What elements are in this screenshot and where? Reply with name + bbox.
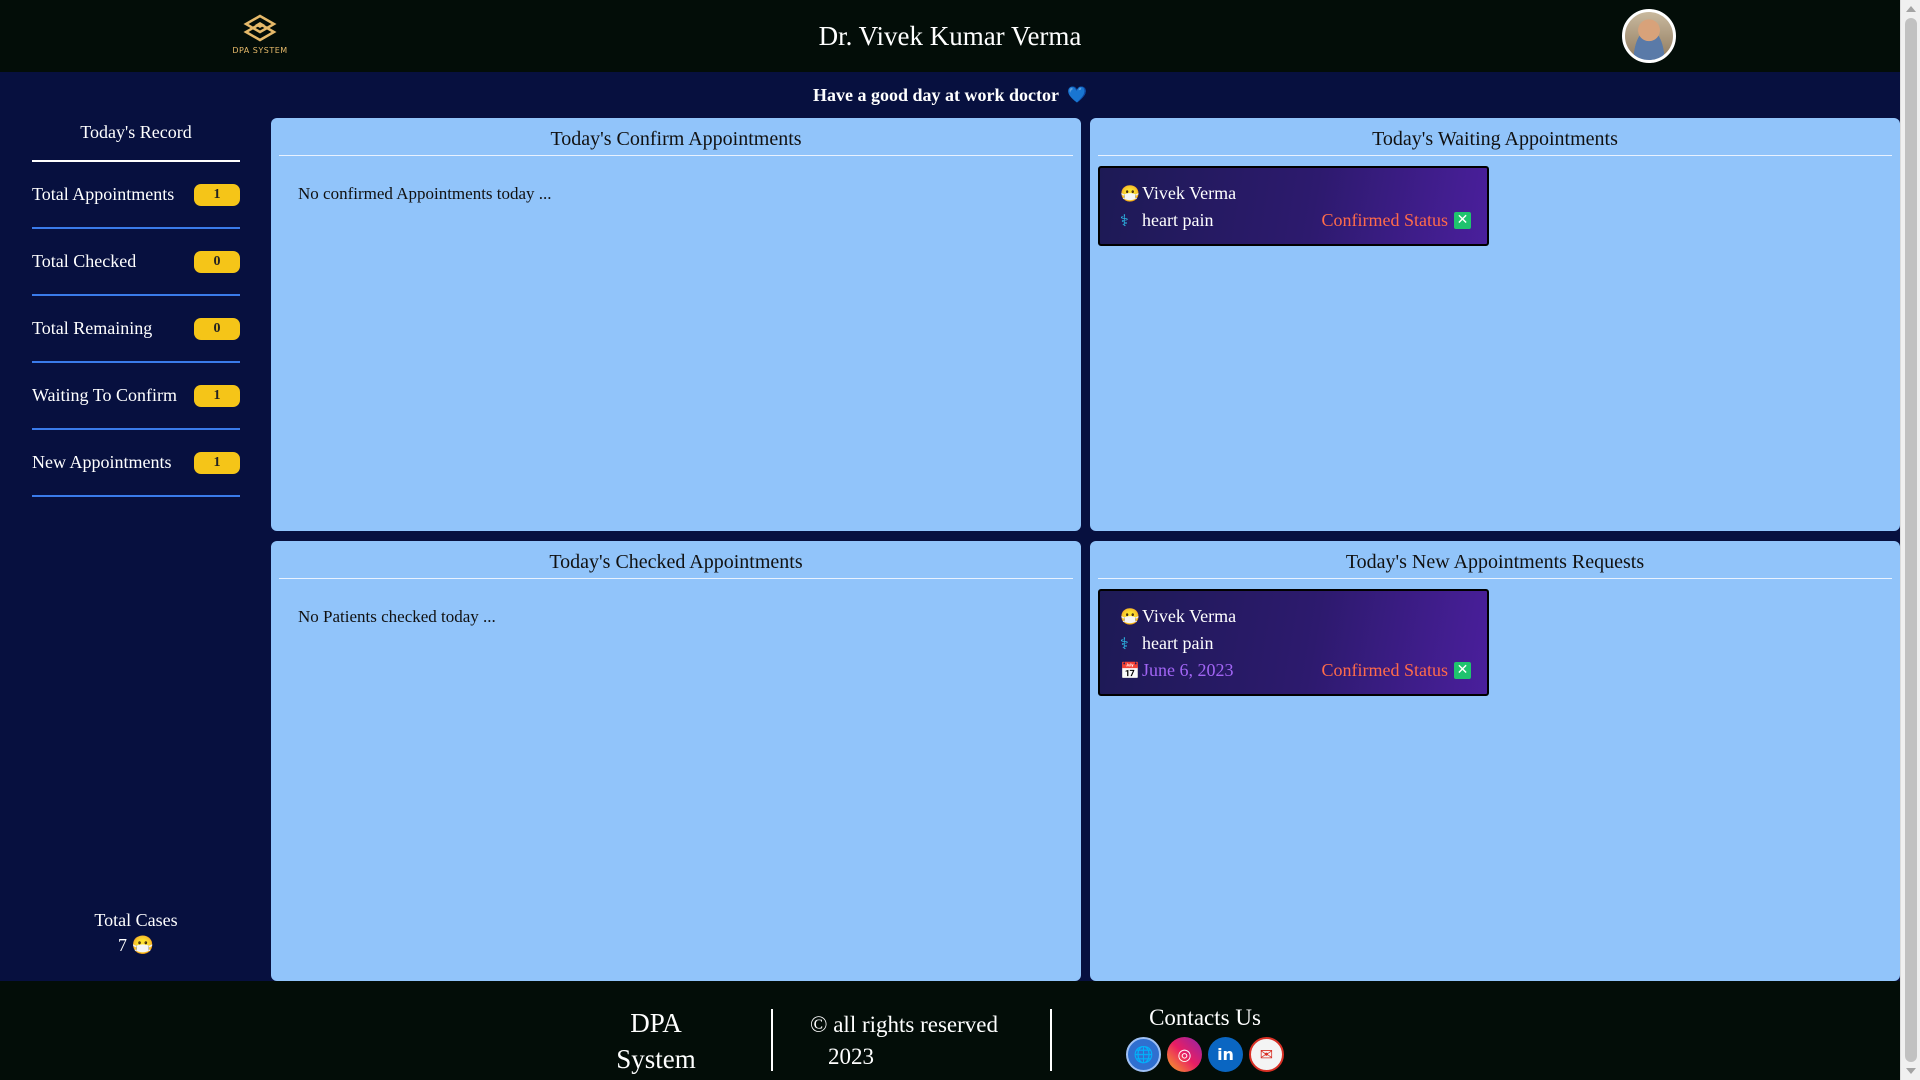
footer-divider — [771, 1009, 773, 1071]
stat-total-appointments[interactable]: Total Appointments 1 — [32, 162, 240, 229]
total-cases: Total Cases 7 😷 — [32, 910, 240, 956]
stat-total-remaining[interactable]: Total Remaining 0 — [32, 296, 240, 363]
greeting-text: Have a good day at work doctor — [813, 84, 1060, 105]
panel-title: Today's New Appointments Requests — [1098, 551, 1892, 579]
instagram-icon[interactable]: ◎ — [1167, 1037, 1202, 1072]
mask-face-icon: 😷 — [131, 935, 154, 955]
total-cases-count: 7 😷 — [32, 935, 240, 956]
footer-contacts: Contacts Us 🌐 ◎ in ✉ — [1120, 1005, 1290, 1072]
stat-label: Total Appointments — [32, 184, 175, 204]
status-text: Confirmed Status — [1321, 660, 1449, 680]
scrollbar-thumb[interactable] — [1905, 18, 1917, 1062]
greeting-banner: Have a good day at work doctor 💙 — [0, 72, 1900, 118]
footer-brand-line2: System — [616, 1044, 696, 1074]
mail-icon[interactable]: ✉ — [1249, 1037, 1284, 1072]
confirm-status-button[interactable]: Confirmed Status ✕ — [1321, 660, 1471, 681]
stat-badge: 0 — [194, 317, 240, 340]
mask-face-icon: 😷 — [1120, 608, 1140, 626]
panel-title: Today's Confirm Appointments — [279, 128, 1073, 156]
contacts-label: Contacts Us — [1149, 1005, 1261, 1030]
dpa-logo-icon — [243, 14, 277, 42]
empty-message: No Patients checked today ... — [298, 607, 496, 626]
status-text: Confirmed Status — [1321, 210, 1449, 230]
stat-label: Total Remaining — [32, 318, 153, 338]
panel-title: Today's Waiting Appointments — [1098, 128, 1892, 156]
patient-row: 😷 Vivek Verma — [1120, 603, 1471, 630]
medical-icon: ⚕ — [1120, 635, 1129, 653]
stat-waiting-to-confirm[interactable]: Waiting To Confirm 1 — [32, 363, 240, 430]
sidebar-title: Today's Record — [32, 118, 240, 162]
new-appointments-panel: Today's New Appointments Requests 😷 Vive… — [1090, 541, 1900, 981]
appointment-card[interactable]: 😷 Vivek Verma ⚕ heart pain 📅 June 6, 202… — [1098, 589, 1489, 696]
checked-appointments-panel: Today's Checked Appointments No Patients… — [271, 541, 1081, 981]
close-icon[interactable]: ✕ — [1454, 662, 1471, 679]
stat-new-appointments[interactable]: New Appointments 1 — [32, 430, 240, 497]
stat-label: Total Checked — [32, 251, 137, 271]
linkedin-icon[interactable]: in — [1208, 1037, 1243, 1072]
close-icon[interactable]: ✕ — [1454, 212, 1471, 229]
issue-row: ⚕ heart pain Confirmed Status ✕ — [1120, 207, 1471, 234]
mask-face-icon: 😷 — [1120, 185, 1140, 203]
footer-copyright: © all rights reserved 2023 — [810, 1009, 998, 1073]
sidebar: Today's Record Total Appointments 1 Tota… — [32, 118, 240, 978]
blue-heart-icon: 💙 — [1067, 87, 1087, 104]
issue-text: heart pain — [1142, 210, 1214, 230]
copyright-year: 2023 — [828, 1044, 874, 1069]
appointment-card[interactable]: 😷 Vivek Verma ⚕ heart pain Confirmed Sta… — [1098, 166, 1489, 246]
issue-row: ⚕ heart pain — [1120, 630, 1471, 657]
page-scrollbar[interactable] — [1900, 0, 1920, 1080]
calendar-icon: 📅 — [1120, 662, 1140, 680]
stat-total-checked[interactable]: Total Checked 0 — [32, 229, 240, 296]
footer: DPA System © all rights reserved 2023 Co… — [0, 981, 1900, 1080]
stat-badge: 0 — [194, 250, 240, 273]
medical-icon: ⚕ — [1120, 212, 1129, 230]
rights-text: © all rights reserved — [810, 1012, 998, 1037]
waiting-appointments-panel: Today's Waiting Appointments 😷 Vivek Ver… — [1090, 118, 1900, 531]
confirm-status-button[interactable]: Confirmed Status ✕ — [1321, 210, 1471, 231]
patient-row: 😷 Vivek Verma — [1120, 180, 1471, 207]
total-cases-label: Total Cases — [94, 910, 178, 930]
footer-divider — [1050, 1009, 1052, 1071]
footer-brand: DPA System — [600, 1005, 712, 1077]
total-cases-value: 7 — [118, 935, 128, 955]
footer-brand-line1: DPA — [630, 1008, 682, 1038]
empty-message: No confirmed Appointments today ... — [298, 184, 552, 203]
scroll-down-arrow-icon[interactable] — [1906, 1068, 1916, 1074]
stat-label: New Appointments — [32, 452, 172, 472]
avatar[interactable] — [1622, 9, 1676, 63]
date-row: 📅 June 6, 2023 Confirmed Status ✕ — [1120, 657, 1471, 684]
logo-text: DPA SYSTEM — [232, 46, 288, 55]
globe-icon[interactable]: 🌐 — [1126, 1037, 1161, 1072]
patient-name: Vivek Verma — [1142, 606, 1237, 626]
confirm-appointments-panel: Today's Confirm Appointments No confirme… — [271, 118, 1081, 531]
patient-name: Vivek Verma — [1142, 183, 1237, 203]
stat-badge: 1 — [194, 384, 240, 407]
stat-label: Waiting To Confirm — [32, 385, 177, 405]
doctor-name: Dr. Vivek Kumar Verma — [818, 20, 1082, 51]
issue-text: heart pain — [1142, 633, 1214, 653]
dpa-logo[interactable]: DPA SYSTEM — [225, 14, 295, 60]
stat-badge: 1 — [194, 451, 240, 474]
scroll-up-arrow-icon[interactable] — [1906, 6, 1916, 12]
panel-title: Today's Checked Appointments — [279, 551, 1073, 579]
top-header: DPA SYSTEM Dr. Vivek Kumar Verma — [0, 0, 1900, 72]
stat-badge: 1 — [194, 183, 240, 206]
appointment-date: June 6, 2023 — [1142, 660, 1234, 680]
social-links: 🌐 ◎ in ✉ — [1120, 1037, 1290, 1072]
